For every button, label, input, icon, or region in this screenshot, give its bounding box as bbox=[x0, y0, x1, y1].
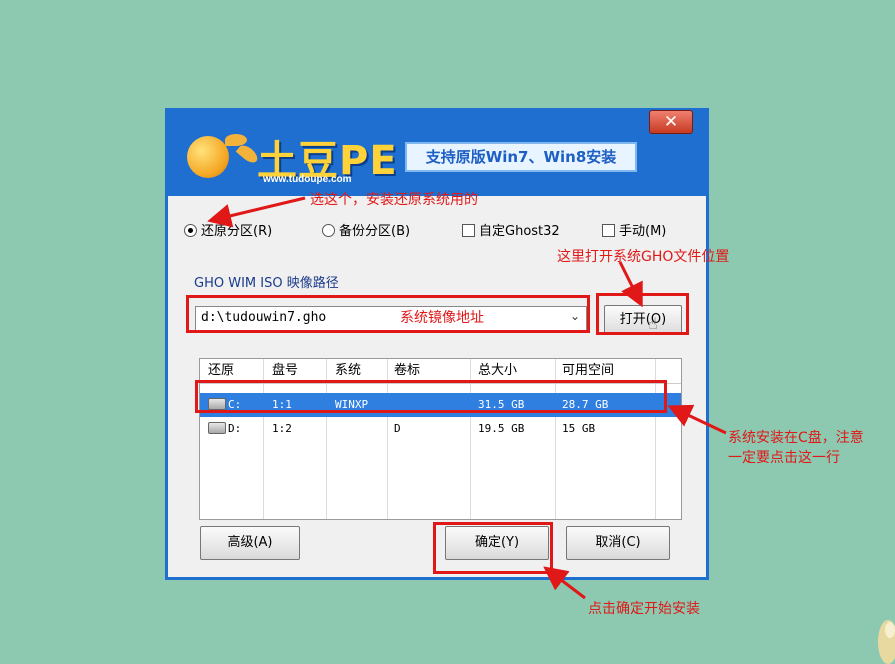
arrow-to-drive-row bbox=[667, 404, 727, 435]
arrow-to-ok-button bbox=[543, 566, 586, 600]
annotation-arrows bbox=[207, 196, 727, 600]
corner-leaf-icon bbox=[878, 620, 895, 664]
arrow-to-restore-option bbox=[207, 196, 306, 228]
arrow-to-open-button bbox=[618, 261, 643, 308]
